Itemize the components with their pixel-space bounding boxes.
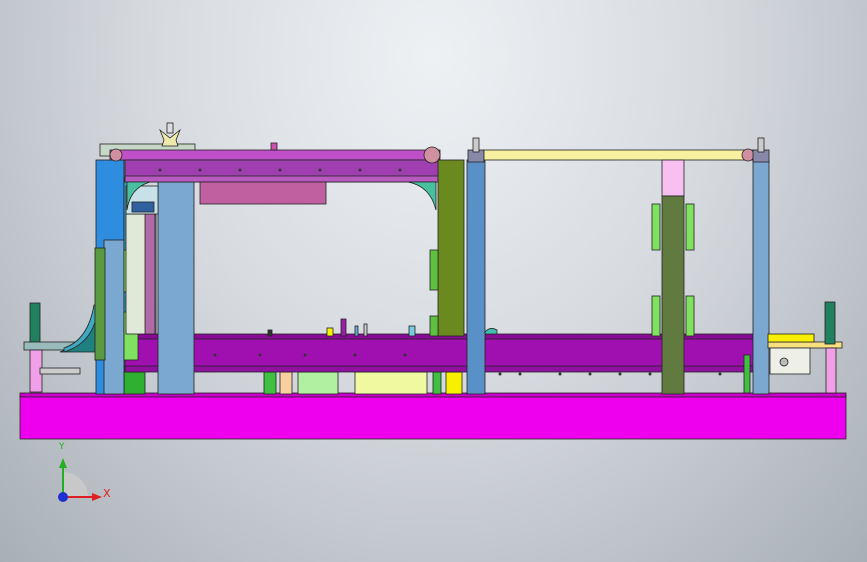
- wing-nut-stem: [166, 122, 174, 134]
- right-post-olive: [661, 195, 685, 395]
- base-plate: [19, 394, 847, 440]
- cad-viewport[interactable]: X Y: [0, 0, 867, 562]
- left-large-post: [157, 179, 195, 395]
- left-post-lightblue: [103, 239, 125, 395]
- block-green-1: [122, 371, 146, 395]
- right-clamp-3: [651, 295, 661, 337]
- right-fixture-post: [824, 301, 836, 345]
- middle-post-olive: [437, 159, 465, 337]
- right-fixture-block: [769, 347, 811, 375]
- y-axis-label: Y: [59, 442, 65, 452]
- left-fixture-ledge: [39, 367, 81, 375]
- right-post-side: [743, 354, 751, 394]
- middle-post-edge: [429, 249, 439, 291]
- gusset-right: [407, 181, 437, 211]
- middle-post-blue: [466, 159, 486, 395]
- left-fixture-post: [29, 302, 41, 346]
- left-inner-tube: [144, 213, 156, 335]
- y-axis-head: [59, 458, 67, 468]
- upper-beam-lower: [124, 175, 441, 183]
- middle-post-bolt: [472, 137, 480, 153]
- beam-part-pin-4: [267, 329, 273, 337]
- right-fixture-pink: [825, 347, 837, 394]
- x-axis-label: X: [103, 487, 111, 500]
- block-peach: [279, 371, 293, 395]
- right-fixture-yellow: [767, 333, 815, 343]
- left-wedge-blue: [131, 201, 155, 213]
- top-bar-end-right: [741, 148, 755, 162]
- right-post-blue: [752, 159, 770, 395]
- block-yellow: [445, 371, 463, 395]
- block-lightyellow: [354, 371, 428, 395]
- block-green-3: [263, 371, 277, 395]
- beam-part-purple-pin: [340, 318, 347, 337]
- block-green-4: [432, 371, 442, 395]
- right-post-bolt: [757, 137, 765, 153]
- upper-beam-top: [109, 149, 441, 161]
- left-post-side-green: [94, 247, 106, 361]
- triad-arc: [63, 472, 88, 497]
- right-hanger-pink: [661, 159, 685, 197]
- right-clamp-2: [685, 203, 695, 251]
- right-clamp-1: [651, 203, 661, 251]
- upper-hanging-block: [199, 181, 327, 205]
- coordinate-triad: [58, 458, 102, 502]
- beam-part-pin-2: [363, 323, 368, 337]
- beam-part-curl: [484, 328, 498, 335]
- block-lightgreen-1: [297, 371, 339, 395]
- right-clamp-4: [685, 295, 695, 337]
- middle-post-edge-2: [429, 315, 439, 337]
- right-fixture-hole: [779, 357, 789, 367]
- upper-beam-end-left: [109, 148, 123, 162]
- upper-pin: [270, 142, 278, 151]
- cad-model-drawing[interactable]: [0, 0, 867, 562]
- beam-part-pin-3: [408, 325, 416, 337]
- x-axis-head: [92, 493, 102, 501]
- beam-part-pin-1: [354, 325, 359, 337]
- beam-part-yellow: [326, 327, 334, 337]
- z-axis-dot: [58, 492, 68, 502]
- top-right-bar: [483, 149, 755, 161]
